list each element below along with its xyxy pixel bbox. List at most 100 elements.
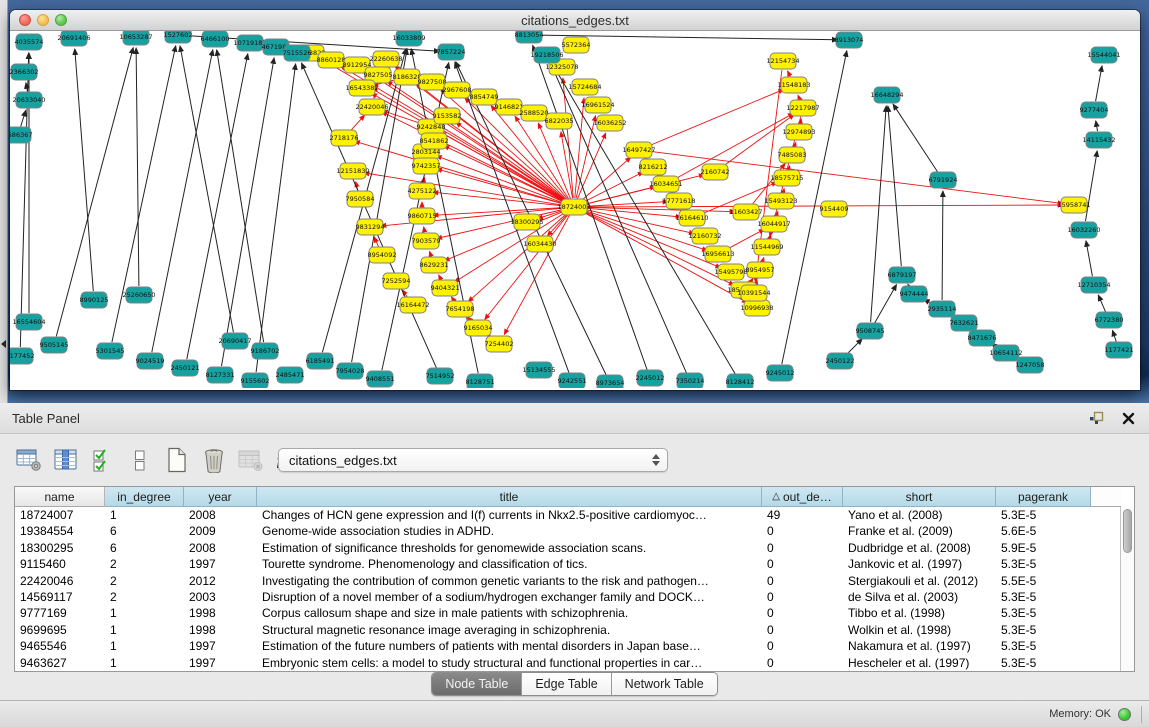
scrollbar-thumb[interactable] [1123,509,1132,553]
graph-node[interactable]: 6466100 [201,31,230,47]
table-row[interactable]: 946362711997Embryonic stem cells: a mode… [15,655,1120,671]
table-row[interactable]: 977716911998Corpus callosum shape and si… [15,605,1120,621]
graph-node[interactable]: 8471676 [968,330,997,346]
graph-node[interactable]: 2450121 [171,360,200,376]
graph-node[interactable]: 10653287 [119,31,152,45]
graph-node[interactable]: 16032260 [1067,222,1100,238]
graph-node[interactable]: 16164472 [396,297,429,313]
column-header-year[interactable]: year [184,487,257,507]
graph-node[interactable]: 16034430 [523,236,556,252]
graph-node[interactable]: 16034651 [649,176,682,192]
graph-node[interactable]: 16961524 [581,97,614,113]
graph-node[interactable]: 8813054 [515,31,544,43]
column-header-short[interactable]: short [843,487,996,507]
graph-node[interactable]: 7857224 [437,44,466,60]
graph-node[interactable]: 9508745 [856,323,885,339]
graph-node[interactable]: 9408551 [366,371,395,387]
column-header-in_degree[interactable]: in_degree [105,487,184,507]
graph-node[interactable]: 10391544 [737,285,770,301]
graph-node[interactable]: 15958741 [1057,197,1090,213]
graph-node[interactable]: 8990125 [80,292,109,308]
graph-node[interactable]: 9155602 [241,373,270,388]
delete-column-icon[interactable] [199,445,229,475]
graph-node[interactable]: 9154409 [820,201,849,217]
graph-node[interactable]: 18300295 [510,214,543,230]
graph-node[interactable]: 22260638 [369,51,402,67]
network-window-titlebar[interactable]: citations_edges.txt [10,10,1140,31]
graph-node[interactable]: 15544041 [1087,47,1120,63]
graph-node[interactable]: 16033809 [392,31,425,46]
graph-node[interactable]: 2245012 [636,370,665,386]
graph-node[interactable]: 8913074 [835,32,864,48]
graph-node[interactable]: 2366302 [10,64,38,80]
graph-node[interactable]: 9831294 [356,219,385,235]
graph-node[interactable]: 9024519 [136,353,165,369]
column-header-out_degree[interactable]: △out_de… [762,487,843,507]
graph-node[interactable]: 1247058 [1016,357,1045,373]
new-column-icon[interactable] [162,445,192,475]
graph-node[interactable]: 8954957 [746,262,775,278]
graph-node[interactable]: 19218506 [530,47,563,63]
graph-node[interactable]: 6879197 [888,267,917,283]
graph-node[interactable]: 9186702 [251,343,280,359]
graph-node[interactable]: 7903579 [412,233,441,249]
graph-node[interactable]: 8954092 [368,247,397,263]
graph-node[interactable]: 5572364 [562,37,591,53]
graph-node[interactable]: 11603427 [729,204,762,220]
graph-node[interactable]: 8216212 [639,159,668,175]
tab-network-table[interactable]: Network Table [611,673,717,695]
vertical-scrollbar[interactable] [1120,507,1134,671]
graph-node[interactable]: 2935114 [928,301,957,317]
table-row[interactable]: 1938455462009Genome-wide association stu… [15,523,1120,539]
graph-node[interactable]: 12710354 [1077,277,1110,293]
graph-node[interactable]: 16543382 [345,80,378,96]
graph-node[interactable]: 9860715 [408,208,437,224]
table-selector-dropdown[interactable]: citations_edges.txt [278,448,668,472]
graph-node[interactable]: 14115432 [1082,132,1115,148]
graph-node[interactable]: 10996938 [740,300,773,316]
network-graph-canvas[interactable]: 1872400779638228860128891295422260638982… [10,31,1138,388]
graph-node[interactable]: 9742357 [412,158,441,174]
graph-node[interactable]: 1177421 [1105,342,1134,358]
tab-node-table[interactable]: Node Table [432,673,521,695]
graph-node[interactable]: 16956613 [701,246,734,262]
graph-node[interactable]: 9404321 [431,280,460,296]
graph-node[interactable]: 15724684 [568,79,601,95]
tab-edge-table[interactable]: Edge Table [521,673,610,695]
graph-node[interactable]: 16164610 [675,210,708,226]
select-all-columns-icon[interactable] [88,445,118,475]
graph-node[interactable]: 1177452 [10,348,34,364]
graph-node[interactable]: 8128751 [466,374,495,388]
graph-node[interactable]: 9277404 [1080,102,1109,118]
table-mode-icon[interactable] [14,445,44,475]
graph-node[interactable]: 8541862 [420,133,449,149]
graph-node[interactable]: 16648294 [870,87,903,103]
close-panel-icon[interactable] [1119,410,1137,426]
graph-node[interactable]: 11548183 [777,77,810,93]
graph-node[interactable]: 18575715 [770,170,803,186]
graph-node[interactable]: 4275122 [408,183,437,199]
graph-node[interactable]: 12217987 [786,100,819,116]
graph-node[interactable]: 7632621 [950,315,979,331]
graph-node[interactable]: 9245012 [766,365,795,381]
graph-node[interactable]: 16044917 [757,216,790,232]
graph-node[interactable]: 9505145 [40,337,69,353]
graph-node[interactable]: 2485471 [276,367,305,383]
graph-node[interactable]: 6185491 [306,353,335,369]
graph-node[interactable]: 5301545 [96,343,125,359]
graph-node[interactable]: 2967608 [443,82,472,98]
table-row[interactable]: 969969511998Structural magnetic resonanc… [15,622,1120,638]
graph-node[interactable]: 9165034 [464,320,493,336]
graph-node[interactable]: 12154734 [766,53,799,69]
graph-node[interactable]: 25260650 [122,287,155,303]
graph-node[interactable]: 20691406 [57,31,90,46]
table-row[interactable]: 1456911722003Disruption of a novel membe… [15,589,1120,605]
graph-node[interactable]: 7515526 [283,45,312,61]
column-header-pagerank[interactable]: pagerank [996,487,1091,507]
graph-node[interactable]: 8128412 [726,374,755,388]
float-panel-icon[interactable] [1087,410,1105,426]
graph-node[interactable]: 16497427 [622,142,655,158]
column-header-title[interactable]: title [257,487,762,507]
graph-node[interactable]: 7954028 [336,363,365,379]
graph-node[interactable]: 11544969 [750,239,783,255]
